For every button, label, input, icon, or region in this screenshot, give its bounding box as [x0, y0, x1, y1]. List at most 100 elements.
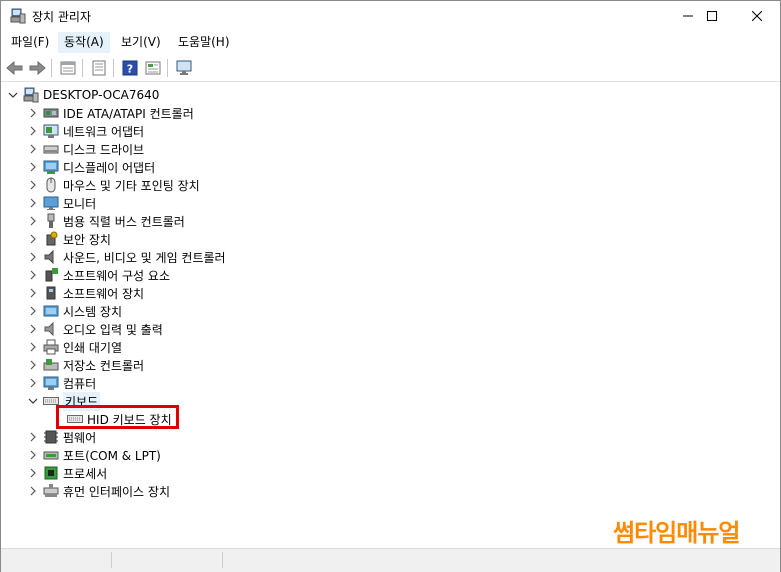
- hid-icon: [43, 483, 59, 499]
- tree-item[interactable]: 보안 장치: [27, 230, 111, 248]
- tree-item[interactable]: 컴퓨터: [27, 374, 96, 392]
- chevron-right-icon[interactable]: [27, 341, 39, 353]
- tree-item[interactable]: 오디오 입력 및 출력: [27, 320, 163, 338]
- tree-item[interactable]: 마우스 및 기타 포인팅 장치: [27, 176, 200, 194]
- maximize-icon: [707, 11, 717, 21]
- forward-icon: [29, 61, 46, 75]
- chevron-right-icon[interactable]: [27, 215, 39, 227]
- tree-item[interactable]: 휴먼 인터페이스 장치: [27, 482, 170, 500]
- processor-icon: [43, 465, 59, 481]
- menu-bar: 파일(F) 동작(A) 보기(V) 도움말(H): [1, 32, 780, 53]
- chevron-down-icon[interactable]: [7, 89, 19, 101]
- maximize-button[interactable]: [689, 1, 735, 31]
- tree-item[interactable]: IDE ATA/ATAPI 컨트롤러: [27, 104, 194, 122]
- tree-item[interactable]: 프로세서: [27, 464, 107, 482]
- chevron-right-icon[interactable]: [27, 269, 39, 281]
- tree-item-label: 휴먼 인터페이스 장치: [63, 484, 170, 499]
- security-device-icon: [43, 231, 59, 247]
- system-device-icon: [43, 303, 59, 319]
- tree-item[interactable]: 시스템 장치: [27, 302, 122, 320]
- sound-icon: [43, 249, 59, 265]
- tree-item-label: 인쇄 대기열: [63, 340, 123, 355]
- close-icon: [752, 11, 762, 21]
- tree-item-label: 사운드, 비디오 및 게임 컨트롤러: [63, 250, 226, 265]
- tree-item[interactable]: 소프트웨어 구성 요소: [27, 266, 170, 284]
- software-component-icon: [43, 267, 59, 283]
- close-button[interactable]: [734, 1, 780, 31]
- chevron-right-icon[interactable]: [27, 485, 39, 497]
- chevron-down-icon[interactable]: [27, 395, 39, 407]
- tree-item-label: 컴퓨터: [63, 376, 97, 391]
- chevron-right-icon[interactable]: [27, 449, 39, 461]
- tree-item[interactable]: 범용 직렬 버스 컨트롤러: [27, 212, 185, 230]
- tree-item[interactable]: 디스크 드라이브: [27, 140, 144, 158]
- usb-icon: [43, 213, 59, 229]
- audio-icon: [43, 321, 59, 337]
- tree-item[interactable]: 네트워크 어댑터: [27, 122, 144, 140]
- toolbar: ?: [1, 54, 780, 82]
- help-button[interactable]: ?: [120, 58, 140, 78]
- tree-item-label: 시스템 장치: [63, 304, 123, 319]
- mouse-icon: [43, 177, 59, 193]
- chevron-right-icon[interactable]: [27, 305, 39, 317]
- tree-item[interactable]: 포트(COM & LPT): [27, 446, 161, 464]
- tree-item[interactable]: 저장소 컨트롤러: [27, 356, 144, 374]
- storage-controller-icon: [43, 357, 59, 373]
- scan-hardware-button[interactable]: [174, 58, 194, 78]
- tree-item-label: 네트워크 어댑터: [63, 124, 145, 139]
- tree-item-label: 디스플레이 어댑터: [63, 160, 156, 175]
- chevron-right-icon[interactable]: [27, 233, 39, 245]
- tree-item[interactable]: 소프트웨어 장치: [27, 284, 144, 302]
- tree-item-label: 보안 장치: [63, 232, 111, 247]
- chevron-right-icon[interactable]: [27, 143, 39, 155]
- tree-item-label: IDE ATA/ATAPI 컨트롤러: [63, 106, 194, 121]
- tree-item-label: 소프트웨어 장치: [63, 286, 145, 301]
- chevron-right-icon[interactable]: [27, 323, 39, 335]
- device-manager-icon: [10, 8, 26, 24]
- back-icon: [6, 61, 23, 75]
- monitor-scan-icon: [176, 60, 192, 75]
- chevron-right-icon[interactable]: [27, 161, 39, 173]
- svg-text:?: ?: [127, 63, 133, 76]
- computer-root-icon: [23, 87, 39, 103]
- menu-file[interactable]: 파일(F): [5, 32, 55, 53]
- tree-item[interactable]: 디스플레이 어댑터: [27, 158, 155, 176]
- tree-item-label: 범용 직렬 버스 컨트롤러: [63, 214, 185, 229]
- help-icon: ?: [122, 60, 138, 76]
- tree-root[interactable]: DESKTOP-OCA7640: [7, 86, 159, 104]
- chevron-right-icon[interactable]: [27, 467, 39, 479]
- ide-controller-icon: [43, 105, 59, 121]
- chevron-right-icon[interactable]: [27, 179, 39, 191]
- chevron-right-icon[interactable]: [27, 125, 39, 137]
- tree-item-label: 소프트웨어 구성 요소: [63, 268, 170, 283]
- tree-item-label: 오디오 입력 및 출력: [63, 322, 163, 337]
- forward-button[interactable]: [27, 58, 47, 78]
- view-button[interactable]: [143, 58, 163, 78]
- display-adapter-icon: [43, 159, 59, 175]
- tree-root-label: DESKTOP-OCA7640: [43, 88, 160, 102]
- menu-help[interactable]: 도움말(H): [172, 32, 236, 53]
- port-icon: [43, 447, 59, 463]
- chevron-right-icon[interactable]: [27, 107, 39, 119]
- chevron-right-icon[interactable]: [27, 431, 39, 443]
- chevron-right-icon[interactable]: [27, 287, 39, 299]
- monitor-icon: [43, 195, 59, 211]
- menu-action[interactable]: 동작(A): [58, 32, 110, 53]
- properties-icon: [60, 61, 76, 75]
- chevron-right-icon[interactable]: [27, 377, 39, 389]
- tree-item[interactable]: 모니터: [27, 194, 96, 212]
- tree-item[interactable]: 인쇄 대기열: [27, 338, 122, 356]
- back-button[interactable]: [5, 58, 25, 78]
- menu-view[interactable]: 보기(V): [115, 32, 167, 53]
- title-bar[interactable]: 장치 관리자: [1, 1, 780, 31]
- status-cell-1: [1, 552, 112, 568]
- properties-button[interactable]: [58, 58, 78, 78]
- chevron-right-icon[interactable]: [27, 197, 39, 209]
- tree-item[interactable]: 사운드, 비디오 및 게임 컨트롤러: [27, 248, 226, 266]
- chevron-right-icon[interactable]: [27, 251, 39, 263]
- tree-item-label: 펌웨어: [63, 430, 97, 445]
- chevron-right-icon[interactable]: [27, 359, 39, 371]
- tree-item-label: 저장소 컨트롤러: [63, 358, 145, 373]
- device-list-button[interactable]: [89, 58, 109, 78]
- tree-item[interactable]: 펌웨어: [27, 428, 96, 446]
